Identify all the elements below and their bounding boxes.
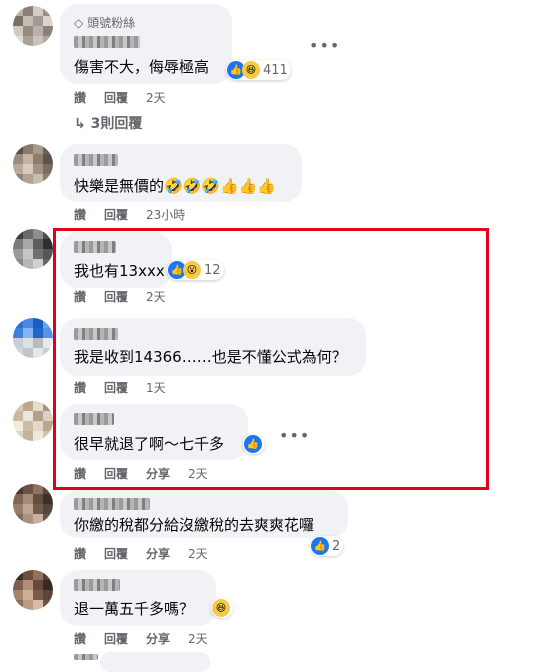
timestamp[interactable]: 23小時 [146,208,185,222]
comment-actions: 讚 回覆 1天 [74,379,184,396]
comment-text: 你繳的稅都分給沒繳稅的去爽爽花囉 [74,516,315,534]
commenter-name[interactable] [74,498,150,510]
comment-actions: 讚 回覆 分享 2天 [74,630,226,647]
comment-actions: 讚 回覆 分享 2天 [74,545,226,562]
comment-text: 我也有13xxx [74,262,165,280]
like-button[interactable]: 讚 [74,91,86,105]
avatar[interactable] [13,144,53,184]
reply-arrow-icon: ↳ [74,116,86,132]
reply-button[interactable]: 回覆 [104,547,128,561]
timestamp[interactable]: 2天 [188,467,208,481]
reply-button[interactable]: 回覆 [104,467,128,481]
timestamp[interactable]: 2天 [146,290,166,304]
like-button[interactable]: 讚 [74,381,86,395]
haha-icon: 😆 [212,599,230,617]
comment-bubble [100,652,210,672]
like-button[interactable]: 讚 [74,208,86,222]
commenter-name[interactable] [74,241,116,253]
more-dots-icon[interactable]: ••• [309,36,340,55]
reaction-summary[interactable]: 👍 [243,434,265,454]
avatar[interactable] [13,229,53,269]
commenter-name[interactable] [74,654,98,660]
timestamp[interactable]: 1天 [146,381,166,395]
avatar[interactable] [13,318,53,358]
share-button[interactable]: 分享 [146,467,170,481]
like-button[interactable]: 讚 [74,547,86,561]
reply-button[interactable]: 回覆 [104,290,128,304]
like-icon: 👍 [311,537,329,555]
commenter-name[interactable] [74,579,120,591]
timestamp[interactable]: 2天 [188,547,208,561]
avatar[interactable] [13,401,53,441]
more-dots-icon[interactable]: ••• [279,426,310,445]
view-replies-button[interactable]: ↳ 3則回覆 [74,113,142,133]
comment-actions: 讚 回覆 2天 [74,288,184,305]
comment-actions: 讚 回覆 23小時 [74,206,203,223]
reply-button[interactable]: 回覆 [104,381,128,395]
reaction-summary[interactable]: 👍 2 [310,536,344,556]
reaction-summary[interactable]: 👍 😮 12 [167,260,224,280]
share-button[interactable]: 分享 [146,547,170,561]
reaction-summary[interactable]: 👍 😆 411 [226,60,291,80]
comment-text: 傷害不大，侮辱極高 [74,58,210,76]
avatar[interactable] [13,6,53,46]
like-button[interactable]: 讚 [74,290,86,304]
reply-button[interactable]: 回覆 [104,632,128,646]
comment-text: 快樂是無價的🤣🤣🤣👍👍👍 [74,177,277,195]
commenter-name[interactable] [74,36,140,48]
share-button[interactable]: 分享 [146,632,170,646]
reply-button[interactable]: 回覆 [104,208,128,222]
diamond-icon: ◇ [74,16,84,30]
comment-actions: 讚 回覆 分享 2天 [74,465,226,482]
avatar[interactable] [13,570,53,610]
like-icon: 👍 [244,435,262,453]
wow-icon: 😮 [183,261,201,279]
top-fan-badge: ◇ 頭號粉絲 [74,16,136,30]
like-button[interactable]: 讚 [74,467,86,481]
timestamp[interactable]: 2天 [188,632,208,646]
comment-text: 退一萬五千多嗎？ [74,600,195,618]
commenter-name[interactable] [74,154,118,166]
reaction-summary[interactable]: 😆 [211,598,233,618]
commenter-name[interactable] [74,413,114,425]
like-button[interactable]: 讚 [74,632,86,646]
comment-text: 很早就退了啊～七千多 [74,435,225,453]
avatar[interactable] [13,484,53,524]
reply-button[interactable]: 回覆 [104,91,128,105]
timestamp[interactable]: 2天 [146,91,166,105]
comment-actions: 讚 回覆 2天 [74,89,184,106]
comment-text: 我是收到14366……也是不懂公式為何？ [74,348,347,366]
haha-icon: 😆 [242,61,260,79]
commenter-name[interactable] [74,328,118,340]
